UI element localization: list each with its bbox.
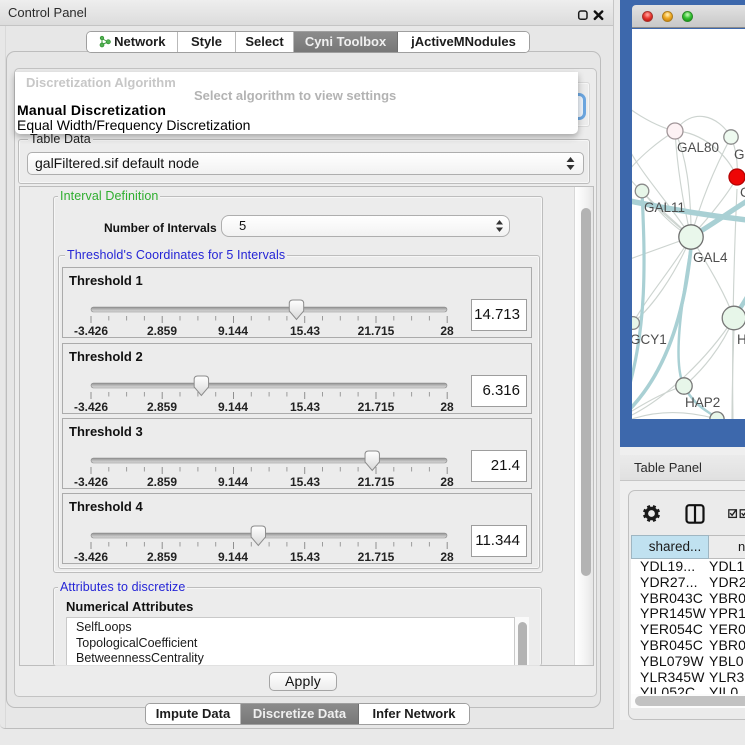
svg-text:HAP2: HAP2: [685, 395, 720, 410]
svg-text:H: H: [737, 332, 745, 347]
svg-text:GAL11: GAL11: [644, 200, 685, 215]
svg-text:GAL80: GAL80: [677, 140, 719, 155]
svg-text:C: C: [740, 185, 745, 200]
svg-text:GCY1: GCY1: [632, 332, 667, 347]
svg-text:GAL4: GAL4: [693, 250, 728, 265]
svg-text:G: G: [734, 147, 745, 162]
